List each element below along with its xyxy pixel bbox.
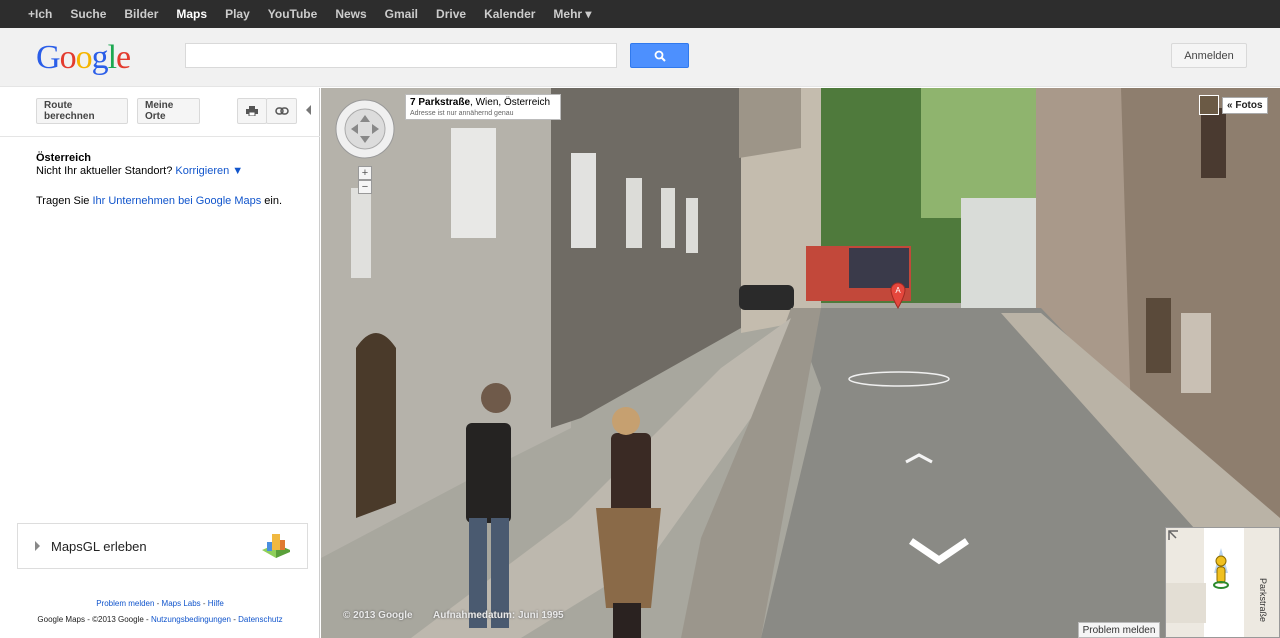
- report-problem-button[interactable]: Problem melden: [1078, 622, 1160, 638]
- gbar-item-news[interactable]: News: [335, 7, 366, 21]
- address-street: 7 Parkstraße: [410, 97, 471, 108]
- gbar-item-maps[interactable]: Maps: [176, 7, 207, 21]
- search-input[interactable]: [185, 43, 617, 68]
- gbar-item-mehr[interactable]: Mehr ▾: [553, 7, 591, 21]
- print-button[interactable]: [237, 98, 267, 124]
- mapsgl-label: MapsGL erleben: [51, 539, 147, 554]
- footer-labs-link[interactable]: Maps Labs: [162, 599, 201, 608]
- search-icon: [654, 50, 666, 62]
- google-bar: +Ich Suche Bilder Maps Play YouTube News…: [0, 0, 1280, 28]
- logo-letter: l: [107, 39, 118, 76]
- my-places-button[interactable]: Meine Orte: [137, 98, 200, 124]
- footer-help-link[interactable]: Hilfe: [208, 599, 224, 608]
- biz-prefix: Tragen Sie: [36, 195, 90, 207]
- logo-letter: o: [59, 39, 77, 76]
- footer-problem-link[interactable]: Problem melden: [96, 599, 154, 608]
- footer-privacy-link[interactable]: Datenschutz: [238, 615, 282, 624]
- address-city: , Wien, Österreich: [470, 97, 551, 108]
- mapsgl-promo[interactable]: MapsGL erleben: [17, 523, 308, 569]
- location-marker-icon[interactable]: A: [890, 281, 906, 309]
- gbar-item-play[interactable]: Play: [225, 7, 250, 21]
- signin-button[interactable]: Anmelden: [1171, 43, 1247, 68]
- logo-letter: e: [116, 39, 131, 76]
- footer-terms-link[interactable]: Nutzungsbedingungen: [151, 615, 231, 624]
- street-view-scene[interactable]: [321, 88, 1280, 638]
- footer-links: Problem melden - Maps Labs - Hilfe: [96, 599, 224, 608]
- expand-arrow-icon: [35, 541, 40, 551]
- mini-map[interactable]: Parkstraße: [1165, 527, 1280, 638]
- divider: [0, 136, 320, 137]
- location-prompt-line: Nicht Ihr aktueller Standort? Korrigiere…: [36, 165, 243, 177]
- pan-control[interactable]: [334, 98, 396, 160]
- collapse-panel-icon[interactable]: [306, 105, 311, 115]
- logo-letter: G: [36, 39, 61, 76]
- photo-thumbnail: [1199, 95, 1219, 115]
- photos-label: « Fotos: [1222, 96, 1268, 114]
- side-panel: Route berechnen Meine Orte Österreich Ni…: [0, 88, 320, 638]
- print-icon: [246, 106, 258, 116]
- biz-suffix: ein.: [264, 195, 283, 207]
- location-title: Österreich: [36, 152, 92, 164]
- add-business-link[interactable]: Ihr Unternehmen bei Google Maps: [92, 195, 261, 207]
- google-logo[interactable]: Google: [36, 38, 131, 78]
- marker-letter: A: [895, 286, 901, 295]
- gbar-item-gmail[interactable]: Gmail: [385, 7, 418, 21]
- mapsgl-cube-icon: [262, 534, 290, 558]
- nav-arrow-forward-icon[interactable]: [904, 452, 934, 464]
- zoom-out-button[interactable]: −: [358, 180, 372, 194]
- gbar-item-kalender[interactable]: Kalender: [484, 7, 535, 21]
- gbar-item-drive[interactable]: Drive: [436, 7, 466, 21]
- logo-letter: o: [75, 39, 93, 76]
- link-button[interactable]: [266, 98, 297, 124]
- location-prompt: Nicht Ihr aktueller Standort?: [36, 165, 173, 177]
- gbar-item-ich[interactable]: +Ich: [28, 7, 52, 21]
- logo-letter: g: [91, 39, 109, 76]
- address-card: 7 Parkstraße, Wien, Österreich Adresse i…: [405, 94, 561, 120]
- photos-toggle[interactable]: « Fotos: [1199, 94, 1277, 116]
- header: Google Anmelden: [0, 28, 1280, 87]
- address-note: Adresse ist nur annähernd genau: [410, 110, 514, 117]
- copyright-text: © 2013 Google: [343, 610, 413, 621]
- mini-map-street-label: Parkstraße: [1258, 578, 1268, 623]
- street-view[interactable]: + − 7 Parkstraße, Wien, Österreich Adres…: [321, 88, 1280, 638]
- gbar-item-suche[interactable]: Suche: [70, 7, 106, 21]
- address-line: 7 Parkstraße, Wien, Österreich: [410, 97, 556, 108]
- zoom-in-button[interactable]: +: [358, 166, 372, 180]
- correct-location-link[interactable]: Korrigieren ▼: [175, 165, 243, 177]
- nav-arrow-back-icon[interactable]: [908, 538, 970, 566]
- gbar-item-bilder[interactable]: Bilder: [124, 7, 158, 21]
- link-icon: [274, 107, 289, 115]
- gbar-item-youtube[interactable]: YouTube: [268, 7, 318, 21]
- business-line: Tragen Sie Ihr Unternehmen bei Google Ma…: [36, 195, 282, 207]
- capture-date: Aufnahmedatum: Juni 1995: [433, 610, 564, 621]
- search-button[interactable]: [630, 43, 689, 68]
- footer-copyright: Google Maps - ©2013 Google -: [37, 615, 149, 624]
- footer-legal: Google Maps - ©2013 Google - Nutzungsbed…: [37, 615, 283, 624]
- route-button[interactable]: Route berechnen: [36, 98, 128, 124]
